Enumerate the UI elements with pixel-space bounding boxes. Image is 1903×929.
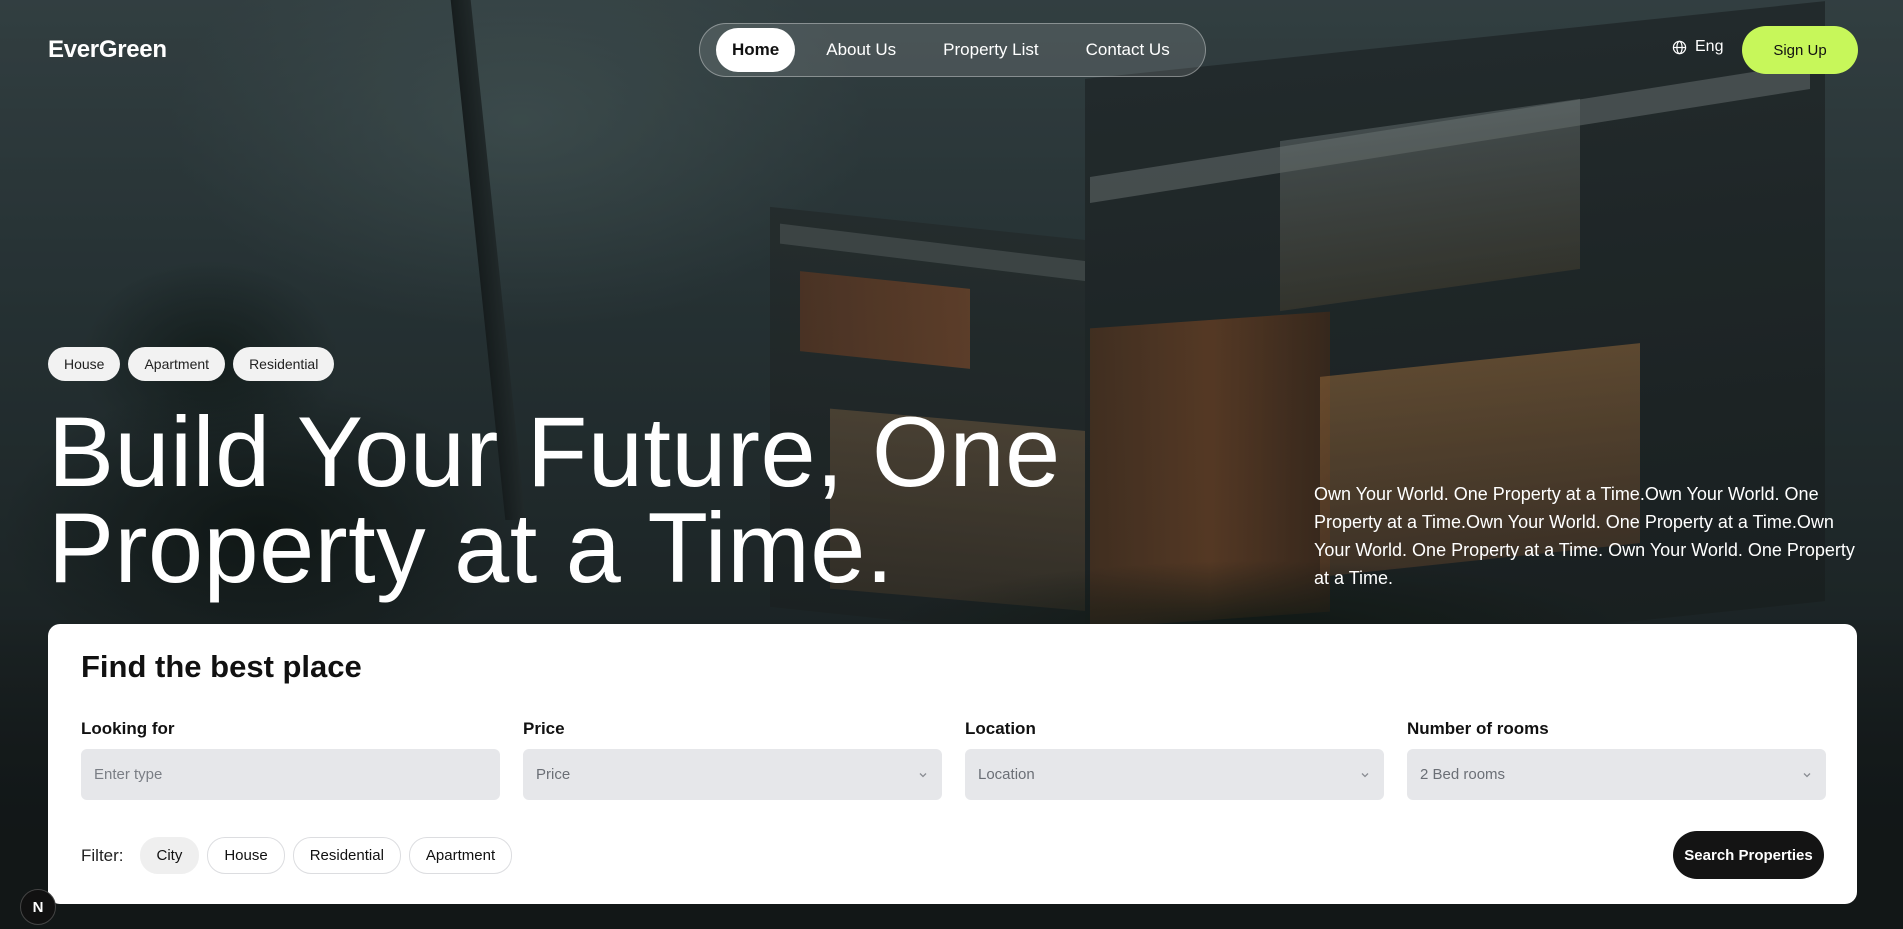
- logo[interactable]: EverGreen: [48, 36, 167, 64]
- hero-tags: House Apartment Residential: [48, 347, 335, 381]
- filter-chip-apartment[interactable]: Apartment: [408, 837, 513, 874]
- nav-property-list[interactable]: Property List: [927, 28, 1054, 72]
- looking-for-label: Looking for: [81, 719, 175, 738]
- price-label: Price: [523, 719, 565, 738]
- chevron-down-icon: [1803, 772, 1811, 777]
- rooms-label: Number of rooms: [1407, 719, 1549, 738]
- location-field: Location Location: [965, 719, 1384, 800]
- nav-home[interactable]: Home: [716, 28, 796, 72]
- tag-apartment[interactable]: Apartment: [128, 347, 226, 381]
- globe-icon: [1672, 40, 1687, 54]
- location-select-value: Location: [978, 766, 1035, 783]
- search-card: Find the best place Looking for Price Pr…: [48, 624, 1857, 904]
- dev-indicator-badge[interactable]: N: [20, 889, 56, 925]
- filter-chip-city[interactable]: City: [139, 837, 200, 874]
- price-select[interactable]: Price: [523, 749, 942, 800]
- main-nav: Home About Us Property List Contact Us: [699, 23, 1206, 77]
- rooms-field: Number of rooms 2 Bed rooms: [1407, 719, 1826, 800]
- headline-line-2: Property at a Time.: [48, 492, 894, 603]
- hero-description: Own Your World. One Property at a Time.O…: [1314, 484, 1855, 588]
- sign-up-button[interactable]: Sign Up: [1742, 26, 1858, 74]
- tag-residential[interactable]: Residential: [233, 347, 335, 381]
- search-card-title: Find the best place: [81, 649, 362, 684]
- price-field: Price Price: [523, 719, 942, 800]
- headline-line-1: Build Your Future, One: [48, 396, 1061, 507]
- search-properties-button[interactable]: Search Properties: [1673, 831, 1824, 879]
- looking-for-field: Looking for: [81, 719, 500, 800]
- rooms-select-value: 2 Bed rooms: [1420, 766, 1506, 783]
- location-select[interactable]: Location: [965, 749, 1384, 800]
- language-selector[interactable]: Eng: [1672, 38, 1723, 56]
- rooms-select[interactable]: 2 Bed rooms: [1407, 749, 1826, 800]
- filter-label: Filter:: [81, 845, 124, 865]
- location-label: Location: [965, 719, 1036, 738]
- looking-for-input[interactable]: [81, 749, 500, 800]
- filter-row: Filter: City House Residential Apartment: [81, 837, 513, 874]
- filter-chip-residential[interactable]: Residential: [292, 837, 401, 874]
- tag-house[interactable]: House: [48, 347, 121, 381]
- filter-chip-house[interactable]: House: [207, 837, 285, 874]
- nav-contact-us[interactable]: Contact Us: [1070, 28, 1186, 72]
- chevron-down-icon: [1361, 772, 1369, 777]
- chevron-down-icon: [919, 772, 927, 777]
- nav-about-us[interactable]: About Us: [810, 28, 912, 72]
- price-select-value: Price: [536, 766, 571, 783]
- hero-headline: Build Your Future, One Property at a Tim…: [48, 402, 1148, 597]
- language-label: Eng: [1695, 38, 1724, 55]
